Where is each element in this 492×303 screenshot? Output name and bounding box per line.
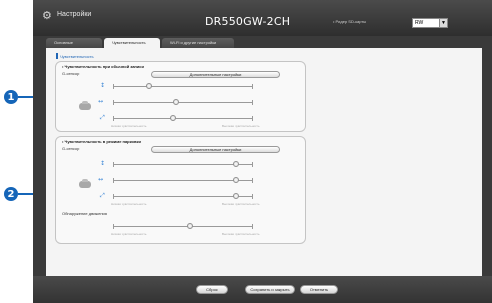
diagonal-axis-icon: ⤢ <box>100 114 105 121</box>
footer-bar: Сброс Сохранить и закрыть Отменить <box>33 276 492 303</box>
scale-high-label: Высокая чувствительность <box>222 124 260 128</box>
reset-button[interactable]: Сброс <box>196 285 228 294</box>
motion-detection-slider[interactable] <box>113 223 253 229</box>
callout-number: 2 <box>4 187 18 201</box>
scale-high-label: Высокая чувствительность <box>222 202 260 206</box>
vertical-sensitivity-slider[interactable] <box>113 83 253 89</box>
header-bar: ⚙ Настройки DR550GW-2CH • Ридер SD-карты… <box>33 0 492 36</box>
vertical-sensitivity-slider[interactable] <box>113 161 253 167</box>
scale-low-label: Низкая чувствительность <box>111 202 147 206</box>
slider-knob[interactable] <box>170 115 177 121</box>
diagonal-axis-icon: ⤢ <box>100 192 105 199</box>
app-title: Настройки <box>57 11 92 18</box>
tab-basic[interactable]: Основные <box>46 38 102 48</box>
sensor-label: G-сенсор <box>62 146 80 151</box>
tab-wifi[interactable]: Wi-Fi и другие настройки <box>162 38 234 48</box>
car-icon <box>79 101 91 110</box>
vertical-axis-icon: ↕ <box>100 82 106 89</box>
breadcrumb: Чувствительность <box>56 53 94 59</box>
save-and-close-button[interactable]: Сохранить и закрыть <box>245 285 295 294</box>
horizontal-axis-icon: ↔ <box>98 176 104 183</box>
tab-bar: Основные Чувствительность Wi-Fi и другие… <box>46 38 234 48</box>
car-icon <box>79 179 91 188</box>
slider-knob[interactable] <box>146 83 153 89</box>
language-value: RW <box>415 20 424 26</box>
chevron-down-icon: ▼ <box>439 19 447 27</box>
slider-knob[interactable] <box>233 193 240 199</box>
diagonal-sensitivity-slider[interactable] <box>113 193 253 199</box>
sd-reader-link[interactable]: • Ридер SD-карты <box>333 19 366 24</box>
motion-detection-label: Обнаружение движения <box>62 211 107 216</box>
sensitivity-panel: Чувствительность • Чувствительность при … <box>46 48 482 276</box>
slider-knob[interactable] <box>187 223 193 229</box>
diagonal-sensitivity-slider[interactable] <box>113 115 253 121</box>
slider-knob[interactable] <box>233 161 240 167</box>
model-name: DR550GW-2CH <box>205 15 291 28</box>
breadcrumb-label: Чувствительность <box>60 53 94 59</box>
horizontal-axis-icon: ↔ <box>98 98 104 105</box>
vertical-axis-icon: ↕ <box>100 160 106 167</box>
gear-icon: ⚙ <box>42 9 52 22</box>
settings-window: ⚙ Настройки DR550GW-2CH • Ридер SD-карты… <box>33 0 492 303</box>
horizontal-sensitivity-slider[interactable] <box>113 177 253 183</box>
slider-knob[interactable] <box>233 177 240 183</box>
callout-number: 1 <box>4 90 18 104</box>
language-select[interactable]: RW ▼ <box>412 18 448 28</box>
scale-low-label: Низкая чувствительность <box>111 232 147 236</box>
scale-low-label: Низкая чувствительность <box>111 124 147 128</box>
horizontal-sensitivity-slider[interactable] <box>113 99 253 105</box>
scale-high-label: Высокая чувствительность <box>222 232 260 236</box>
slider-knob[interactable] <box>173 99 179 105</box>
group-title: • Чувствительность при обычной записи <box>62 64 144 69</box>
cancel-button[interactable]: Отменить <box>300 285 338 294</box>
parking-mode-group: • Чувствительность в режиме парковки G-с… <box>55 136 306 244</box>
advanced-settings-button[interactable]: Дополнительные настройки <box>151 146 280 153</box>
sensor-label: G-сенсор <box>62 71 80 76</box>
group-title: • Чувствительность в режиме парковки <box>62 139 141 144</box>
normal-recording-group: • Чувствительность при обычной записи G-… <box>55 61 306 132</box>
tab-sensitivity[interactable]: Чувствительность <box>104 38 160 48</box>
advanced-settings-button[interactable]: Дополнительные настройки <box>151 71 280 78</box>
